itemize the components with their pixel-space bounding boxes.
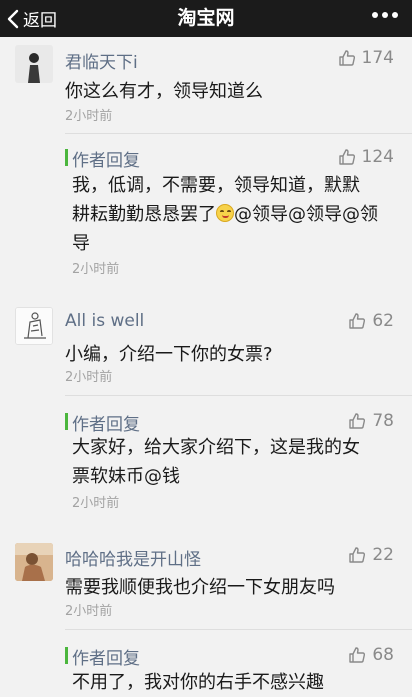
top-navbar: 返回 淘宝网 [0, 0, 412, 37]
author-reply-text: 大家好，给大家介绍下，这是我的女 票软妹币@钱 [72, 433, 392, 491]
reply-marker [65, 149, 68, 166]
comment-item: All is well 62 小编，介绍一下你的女票? 2小时前 作者回复 78… [0, 302, 412, 524]
comment-item: 哈哈哈我是开山怪 22 需要我顺便我也介绍一下女朋友吗 2小时前 作者回复 68… [0, 537, 412, 697]
reply-like-button[interactable]: 124 [338, 147, 394, 167]
divider [65, 629, 412, 630]
author-reply-text: 不用了，我对你的右手不感兴趣 [72, 668, 392, 697]
comment-text: 需要我顺便我也介绍一下女朋友吗 [65, 577, 335, 598]
comment-feed: 君临天下i 174 你这么有才，领导知道么 2小时前 作者回复 124 我，低调… [0, 37, 412, 697]
like-count: 22 [372, 545, 394, 565]
comment-time: 2小时前 [65, 370, 113, 385]
avatar[interactable] [15, 543, 53, 581]
reply-like-count: 78 [372, 411, 394, 431]
divider [65, 395, 412, 396]
avatar[interactable] [15, 307, 53, 345]
comment-item: 君临天下i 174 你这么有才，领导知道么 2小时前 作者回复 124 我，低调… [0, 37, 412, 285]
like-button[interactable]: 22 [348, 545, 394, 565]
comment-text: 小编，介绍一下你的女票? [65, 344, 273, 365]
thumbs-up-icon [338, 149, 355, 165]
author-reply-label: 作者回复 [72, 151, 140, 171]
like-button[interactable]: 174 [338, 48, 394, 68]
comment-username[interactable]: All is well [65, 311, 144, 331]
comment-time: 2小时前 [65, 604, 113, 619]
divider [65, 133, 412, 134]
thumbs-up-icon [349, 647, 366, 663]
reply-line: 大家好，给大家介绍下，这是我的女 [72, 437, 360, 458]
reply-line: 票软妹币@钱 [72, 466, 180, 487]
reply-like-count: 124 [361, 147, 394, 167]
thumbs-up-icon [338, 50, 355, 66]
page-title: 淘宝网 [177, 7, 235, 29]
thumbs-up-icon [349, 547, 366, 563]
avatar[interactable] [15, 45, 53, 83]
reply-marker [65, 647, 68, 664]
reply-time: 2小时前 [72, 496, 120, 511]
thumbs-up-icon [349, 413, 366, 429]
comment-username[interactable]: 哈哈哈我是开山怪 [65, 545, 201, 570]
comment-time: 2小时前 [65, 109, 113, 124]
smile-emoji-icon [216, 204, 234, 222]
reply-like-count: 68 [372, 645, 394, 665]
reply-like-button[interactable]: 68 [348, 645, 394, 665]
reply-line: 我，低调，不需要，领导知道，默默 [72, 175, 360, 196]
comment-username[interactable]: 君临天下i [65, 48, 138, 73]
thumbs-up-icon [349, 313, 366, 329]
reply-like-button[interactable]: 78 [348, 411, 394, 431]
author-reply-label: 作者回复 [72, 649, 140, 669]
comment-text: 你这么有才，领导知道么 [65, 81, 263, 102]
reply-line: 耕耘勤勤恳恳罢了 @领导@领导@领 [72, 204, 378, 225]
reply-line: 不用了，我对你的右手不感兴趣 [72, 672, 324, 693]
more-options-icon[interactable] [372, 12, 398, 18]
author-reply-text: 我，低调，不需要，领导知道，默默 耕耘勤勤恳恳罢了 @领导@领导@领 导 [72, 171, 392, 258]
like-count: 174 [361, 48, 394, 68]
reply-time: 2小时前 [72, 262, 120, 277]
reply-line: 导 [72, 233, 90, 254]
author-reply-label: 作者回复 [72, 415, 140, 435]
like-count: 62 [372, 311, 394, 331]
like-button[interactable]: 62 [348, 311, 394, 331]
reply-marker [65, 413, 68, 430]
